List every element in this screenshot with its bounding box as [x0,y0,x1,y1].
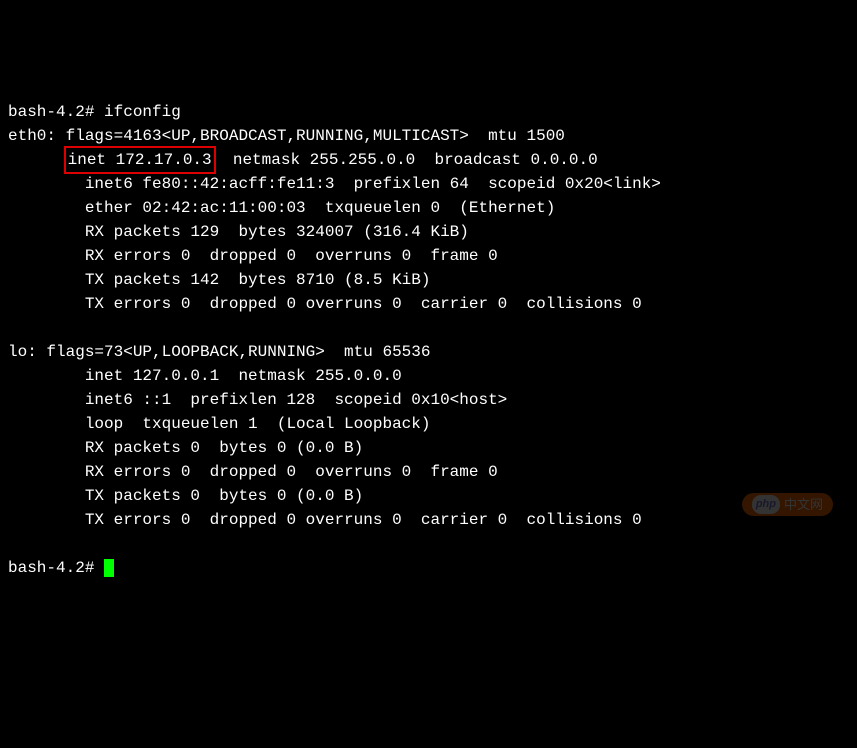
eth0-tx-errors: TX errors 0 dropped 0 overruns 0 carrier… [85,295,642,313]
lo-rx-packets: RX packets 0 bytes 0 (0.0 B) [85,439,363,457]
lo-tx-errors: TX errors 0 dropped 0 overruns 0 carrier… [85,511,642,529]
lo-inet6: inet6 ::1 prefixlen 128 scopeid 0x10<hos… [85,391,507,409]
shell-prompt: bash-4.2# [8,559,104,577]
eth0-inet6: inet6 fe80::42:acff:fe11:3 prefixlen 64 … [85,175,661,193]
terminal-cursor[interactable] [104,559,114,577]
shell-prompt: bash-4.2# [8,103,104,121]
eth0-tx-packets: TX packets 142 bytes 8710 (8.5 KiB) [85,271,431,289]
eth0-ether: ether 02:42:ac:11:00:03 txqueuelen 0 (Et… [85,199,555,217]
lo-header: lo: flags=73<UP,LOOPBACK,RUNNING> mtu 65… [8,343,430,361]
command-ifconfig: ifconfig [104,103,181,121]
eth0-inet-highlight: inet 172.17.0.3 [64,146,216,174]
lo-rx-errors: RX errors 0 dropped 0 overruns 0 frame 0 [85,463,498,481]
eth0-rx-packets: RX packets 129 bytes 324007 (316.4 KiB) [85,223,469,241]
lo-inet: inet 127.0.0.1 netmask 255.0.0.0 [85,367,402,385]
eth0-rx-errors: RX errors 0 dropped 0 overruns 0 frame 0 [85,247,498,265]
lo-tx-packets: TX packets 0 bytes 0 (0.0 B) [85,487,363,505]
eth0-inet-rest: netmask 255.255.0.0 broadcast 0.0.0.0 [214,151,598,169]
terminal-output[interactable]: bash-4.2# ifconfig eth0: flags=4163<UP,B… [8,100,849,580]
eth0-header: eth0: flags=4163<UP,BROADCAST,RUNNING,MU… [8,127,565,145]
lo-loop: loop txqueuelen 1 (Local Loopback) [85,415,431,433]
php-watermark-badge: 中文网 [742,493,833,517]
